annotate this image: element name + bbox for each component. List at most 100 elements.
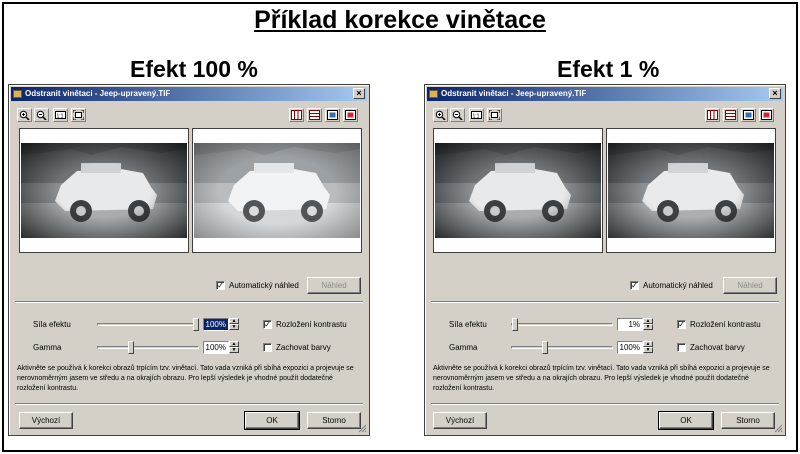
- effect-strength-field[interactable]: 1%: [617, 318, 643, 331]
- effect-slider-thumb[interactable]: [511, 318, 518, 331]
- fit-window-button[interactable]: [487, 108, 502, 122]
- description-text: Aktivněte se používá k korekci obrazů tr…: [17, 365, 354, 392]
- fit-window-button[interactable]: [71, 108, 86, 122]
- single-view-button[interactable]: [325, 108, 340, 122]
- split-horizontal-button[interactable]: [307, 108, 322, 122]
- keep-colors-checkbox[interactable]: [263, 343, 272, 352]
- gamma-field[interactable]: 100%: [203, 341, 229, 354]
- single-view-button[interactable]: [741, 108, 756, 122]
- effect-strength-spinner[interactable]: ▲ ▼: [229, 318, 239, 331]
- preview-button[interactable]: Náhled: [307, 277, 361, 294]
- photo-original: [435, 143, 601, 238]
- separator: [431, 403, 779, 405]
- effect-slider-track[interactable]: [511, 323, 613, 326]
- svg-text:1:1: 1:1: [473, 114, 480, 120]
- split-horizontal-icon: [725, 110, 736, 120]
- dialog-titlebar: Odstranit vinětaci - Jeep-upravený.TIF ×: [11, 87, 367, 101]
- effect-slider-track[interactable]: [97, 323, 199, 326]
- separator: [15, 301, 363, 303]
- zoom-out-icon: [36, 110, 47, 120]
- actual-size-icon: 1:1: [55, 111, 66, 120]
- zoom-in-icon: [19, 110, 30, 120]
- zoom-in-button[interactable]: [17, 108, 32, 122]
- preview-result[interactable]: [192, 128, 362, 253]
- effect-slider-thumb[interactable]: [193, 318, 199, 331]
- page-title: Příklad korekce vinětace: [254, 6, 546, 34]
- preview-result[interactable]: [606, 128, 776, 253]
- vignette-dialog-left: Odstranit vinětaci - Jeep-upravený.TIF ×…: [8, 84, 370, 436]
- zoom-out-icon: [452, 110, 463, 120]
- effect-strength-label: Síla efektu: [33, 320, 71, 329]
- gamma-spinner[interactable]: ▲ ▼: [643, 341, 653, 354]
- effect-strength-field[interactable]: 100%: [203, 318, 229, 331]
- defaults-button[interactable]: Výchozí: [19, 412, 73, 429]
- dialog-titlebar: Odstranit vinětaci - Jeep-upravený.TIF ×: [427, 87, 783, 101]
- split-vertical-button[interactable]: [705, 108, 720, 122]
- defaults-button[interactable]: Výchozí: [433, 412, 487, 429]
- auto-preview-checkbox[interactable]: ✓: [216, 281, 225, 290]
- actual-size-button[interactable]: 1:1: [53, 108, 68, 122]
- split-vertical-button[interactable]: [289, 108, 304, 122]
- app-icon: [13, 90, 22, 98]
- zoom-out-button[interactable]: [450, 108, 465, 122]
- resize-grip-icon[interactable]: [774, 424, 783, 433]
- preview-original[interactable]: [433, 128, 603, 253]
- gamma-field[interactable]: 100%: [617, 341, 643, 354]
- actual-size-icon: 1:1: [471, 111, 482, 120]
- original-view-icon: [761, 110, 772, 120]
- dialog-title: Odstranit vinětaci - Jeep-upravený.TIF: [441, 89, 587, 98]
- jeep-photo-corrected: [194, 143, 360, 238]
- zoom-out-button[interactable]: [34, 108, 49, 122]
- split-vertical-icon: [291, 110, 302, 120]
- gamma-slider-track[interactable]: [511, 346, 613, 349]
- app-icon: [429, 90, 438, 98]
- description-text: Aktivněte se používá k korekci obrazů tr…: [433, 365, 770, 392]
- jeep-photo: [435, 143, 601, 238]
- photo-original: [21, 143, 187, 238]
- ok-button[interactable]: OK: [244, 411, 300, 430]
- cancel-button[interactable]: Storno: [307, 412, 361, 429]
- original-view-button[interactable]: [759, 108, 774, 122]
- fit-window-icon: [73, 110, 84, 120]
- auto-preview-checkbox[interactable]: ✓: [630, 281, 639, 290]
- keep-colors-label: Zachovat barvy: [690, 343, 745, 352]
- contrast-checkbox[interactable]: ✓: [263, 320, 272, 329]
- gamma-slider-thumb[interactable]: [127, 341, 134, 354]
- keep-colors-checkbox[interactable]: [677, 343, 686, 352]
- close-button[interactable]: ×: [769, 88, 781, 99]
- svg-text:1:1: 1:1: [57, 114, 64, 120]
- split-vertical-icon: [707, 110, 718, 120]
- effect-strength-label: Síla efektu: [449, 320, 487, 329]
- cancel-button[interactable]: Storno: [721, 412, 775, 429]
- close-button[interactable]: ×: [353, 88, 365, 99]
- single-view-icon: [743, 110, 754, 120]
- gamma-label: Gamma: [449, 343, 478, 352]
- preview-original[interactable]: [19, 128, 189, 253]
- zoom-in-button[interactable]: [433, 108, 448, 122]
- gamma-spinner[interactable]: ▲ ▼: [229, 341, 239, 354]
- right-heading: Efekt 1 %: [557, 56, 660, 82]
- actual-size-button[interactable]: 1:1: [469, 108, 484, 122]
- gamma-slider-thumb[interactable]: [541, 341, 548, 354]
- split-horizontal-button[interactable]: [723, 108, 738, 122]
- zoom-in-icon: [435, 110, 446, 120]
- effect-strength-spinner[interactable]: ▲ ▼: [643, 318, 653, 331]
- vignette-dialog-right: Odstranit vinětaci - Jeep-upravený.TIF ×…: [424, 84, 786, 436]
- preview-button[interactable]: Náhled: [723, 277, 777, 294]
- dialog-title: Odstranit vinětaci - Jeep-upravený.TIF: [25, 89, 171, 98]
- jeep-photo: [21, 143, 187, 238]
- separator: [431, 301, 779, 303]
- original-view-button[interactable]: [343, 108, 358, 122]
- photo-result: [608, 143, 774, 238]
- fit-window-icon: [489, 110, 500, 120]
- ok-button[interactable]: OK: [658, 411, 714, 430]
- resize-grip-icon[interactable]: [358, 424, 367, 433]
- contrast-checkbox[interactable]: ✓: [677, 320, 686, 329]
- split-horizontal-icon: [309, 110, 320, 120]
- original-view-icon: [345, 110, 356, 120]
- separator: [15, 403, 363, 405]
- gamma-slider-track[interactable]: [97, 346, 199, 349]
- gamma-label: Gamma: [33, 343, 62, 352]
- jeep-photo-corrected: [608, 143, 774, 238]
- photo-result: [194, 143, 360, 238]
